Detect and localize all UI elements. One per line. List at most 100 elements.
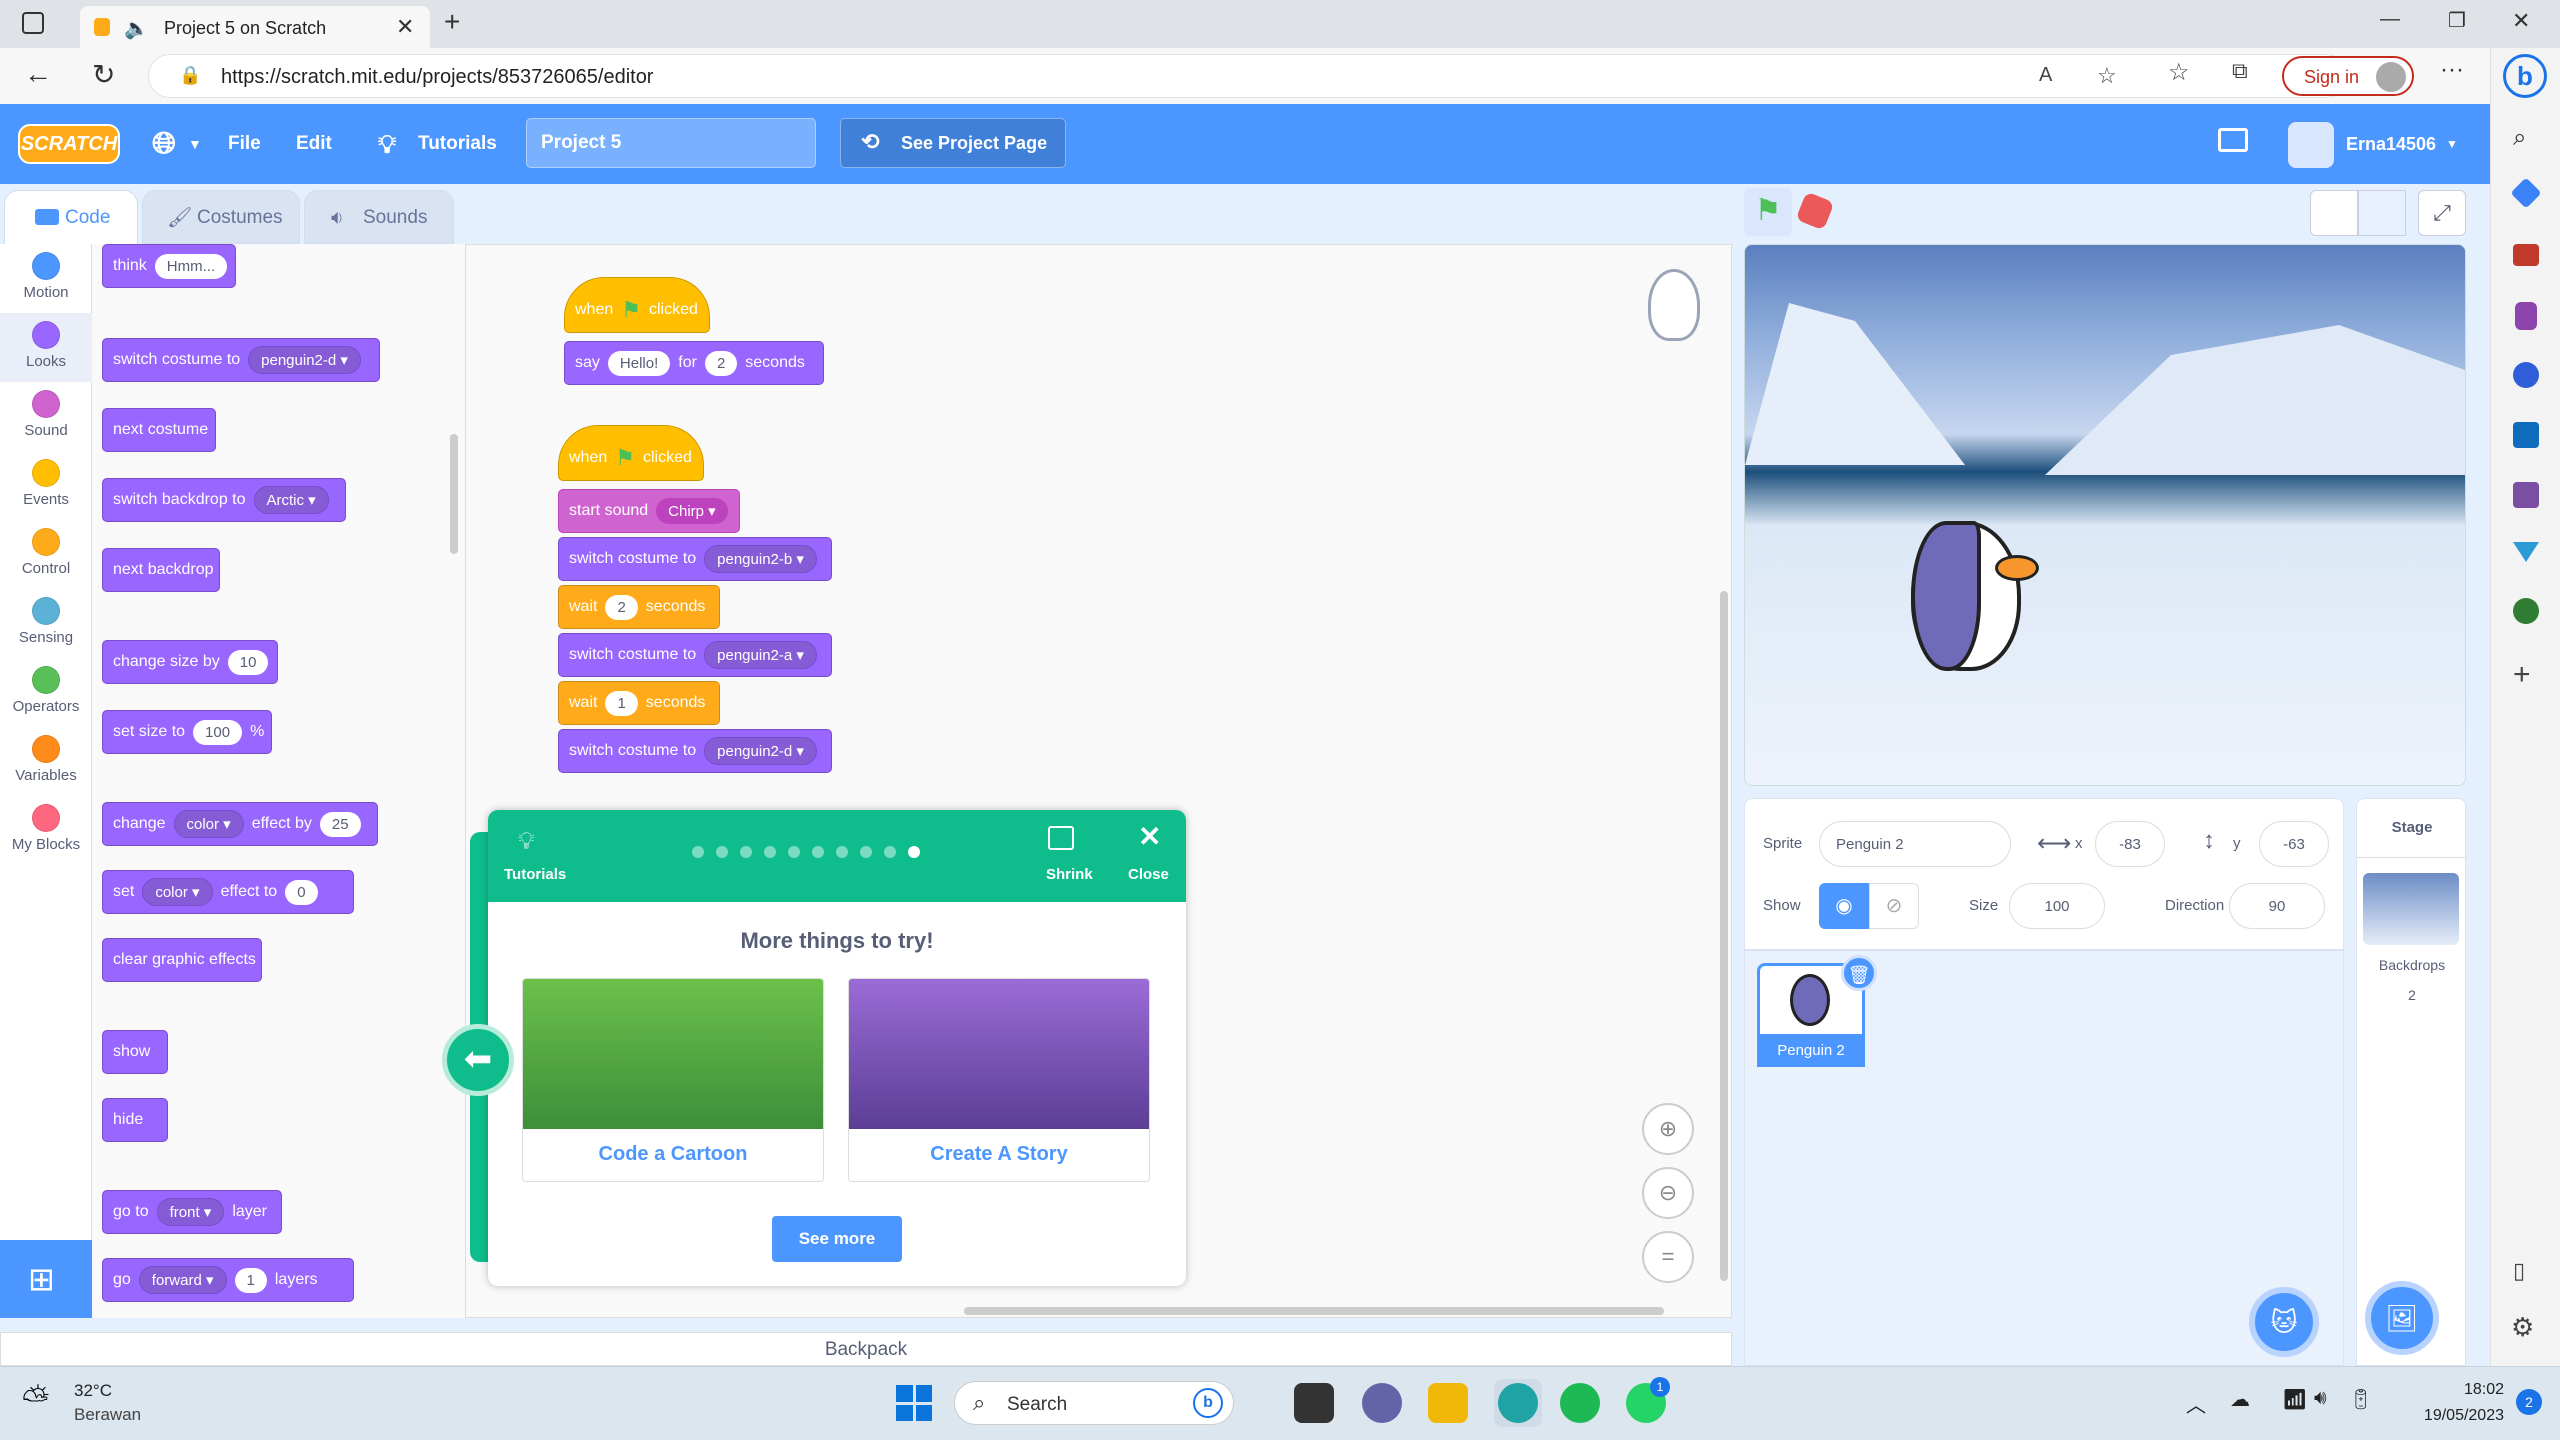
account-chevron-icon[interactable]: ▼ — [2446, 104, 2458, 184]
tutorial-card-create-a-story[interactable]: Create A Story — [848, 978, 1150, 1182]
tab-sounds[interactable]: 🔉︎ Sounds — [304, 190, 454, 244]
url-field[interactable]: 🔒 https://scratch.mit.edu/projects/85372… — [148, 54, 2348, 98]
layer-dropdown[interactable]: front ▾ — [156, 1198, 225, 1226]
block-wait[interactable]: wait 2 seconds — [558, 585, 720, 629]
tab-code[interactable]: Code — [4, 190, 138, 244]
block-switch-costume[interactable]: switch costume to penguin2-d ▾ — [102, 338, 380, 382]
volume-icon[interactable]: 🔊︎ — [2314, 1387, 2327, 1410]
clock-date[interactable]: 19/05/2023 — [2398, 1407, 2504, 1425]
tutorial-step-dot[interactable] — [860, 846, 872, 858]
edge-browser-icon[interactable] — [1498, 1383, 1538, 1423]
block-change-size[interactable]: change size by 10 — [102, 640, 278, 684]
costume-dropdown[interactable]: penguin2-d ▾ — [704, 737, 817, 765]
category-events[interactable]: Events — [0, 451, 92, 520]
hide-eye-slash-icon[interactable]: ⊘ — [1869, 883, 1919, 929]
workspace-vscroll[interactable] — [1720, 591, 1728, 1281]
zoom-out-icon[interactable]: ⊖ — [1642, 1167, 1694, 1219]
shrink-button[interactable]: Shrink — [1046, 866, 1093, 883]
notification-count[interactable]: 2 — [2516, 1389, 2542, 1415]
designer-icon[interactable] — [2513, 482, 2539, 508]
favorites-icon[interactable]: ☆ — [2168, 58, 2190, 87]
size-input[interactable]: 100 — [2009, 883, 2105, 929]
block-input[interactable]: 100 — [193, 719, 243, 745]
close-button[interactable]: Close — [1128, 866, 1169, 883]
block-input[interactable]: Hmm... — [154, 253, 228, 279]
tab-costumes[interactable]: 🖌︎ Costumes — [142, 190, 300, 244]
show-visible-eye-icon[interactable]: ◉ — [1819, 883, 1869, 929]
tutorial-step-dot[interactable] — [740, 846, 752, 858]
my-stuff-folder-icon[interactable] — [2218, 128, 2248, 152]
block-input[interactable]: 25 — [319, 811, 361, 837]
block-input[interactable]: 1 — [234, 1267, 267, 1293]
delete-sprite-trash-icon[interactable]: 🗑︎ — [1841, 955, 1877, 991]
choose-backdrop-icon[interactable]: 🖼︎ — [2365, 1281, 2439, 1355]
category-sensing[interactable]: Sensing — [0, 589, 92, 658]
tree-icon[interactable] — [2513, 598, 2539, 624]
block-input[interactable]: 2 — [605, 594, 638, 620]
file-menu[interactable]: File — [228, 104, 261, 184]
block-switch-backdrop[interactable]: switch backdrop to Arctic ▾ — [102, 478, 346, 522]
block-go-to-layer[interactable]: go to front ▾ layer — [102, 1190, 282, 1234]
category-operators[interactable]: Operators — [0, 658, 92, 727]
spotify-icon[interactable] — [1560, 1383, 1600, 1423]
block-clear-effects[interactable]: clear graphic effects — [102, 938, 262, 982]
file-explorer-icon[interactable] — [1428, 1383, 1468, 1423]
block-show[interactable]: show — [102, 1030, 168, 1074]
clock-time[interactable]: 18:02 — [2440, 1381, 2504, 1399]
browser-tab[interactable]: 🔈 Project 5 on Scratch ✕ — [80, 6, 430, 48]
category-looks[interactable]: Looks — [0, 313, 92, 382]
block-set-effect[interactable]: set color ▾ effect to 0 — [102, 870, 354, 914]
zoom-reset-icon[interactable]: = — [1642, 1231, 1694, 1283]
block-set-size[interactable]: set size to 100% — [102, 710, 272, 754]
block-wait[interactable]: wait 1 seconds — [558, 681, 720, 725]
close-tab-icon[interactable]: ✕ — [396, 14, 414, 40]
scratch-logo[interactable]: SCRATCH — [18, 124, 120, 164]
when-flag-clicked-hat[interactable]: when ⚑ clicked — [564, 277, 710, 333]
search-icon[interactable]: ⌕ — [2513, 124, 2526, 152]
see-more-button[interactable]: See more — [772, 1216, 902, 1262]
stop-button[interactable] — [1795, 191, 1835, 231]
tutorial-step-dot-current[interactable] — [908, 846, 920, 858]
speaker-icon[interactable]: 🔈 — [124, 16, 149, 41]
bing-chat-icon[interactable]: b — [2503, 54, 2547, 98]
minimize-icon[interactable]: — — [2380, 8, 2400, 31]
tag-icon[interactable] — [2510, 177, 2542, 209]
category-motion[interactable]: Motion — [0, 244, 92, 313]
block-input[interactable]: Hello! — [607, 350, 671, 376]
penguin-sprite[interactable] — [1911, 521, 2039, 671]
project-title-input[interactable]: Project 5 — [526, 118, 816, 168]
category-control[interactable]: Control — [0, 520, 92, 589]
block-switch-costume[interactable]: switch costume to penguin2-b ▾ — [558, 537, 832, 581]
refresh-icon[interactable]: ↻ — [92, 58, 115, 91]
category-sound[interactable]: Sound — [0, 382, 92, 451]
sprite-name-input[interactable]: Penguin 2 — [1819, 821, 2011, 867]
effect-dropdown[interactable]: color ▾ — [173, 810, 244, 838]
username[interactable]: Erna14506 — [2346, 104, 2436, 184]
send-icon[interactable] — [2513, 542, 2539, 562]
block-input[interactable]: 0 — [285, 879, 318, 905]
back-icon[interactable]: ← — [24, 58, 52, 90]
collections-icon[interactable]: ⧉ — [2232, 58, 2248, 84]
tutorial-back-arrow-icon[interactable]: ⬅ — [442, 1024, 514, 1096]
tutorial-step-dot[interactable] — [836, 846, 848, 858]
tab-actions-icon[interactable] — [22, 12, 44, 34]
tutorial-label[interactable]: Tutorials — [504, 866, 566, 883]
task-view-icon[interactable] — [1294, 1383, 1334, 1423]
effect-dropdown[interactable]: color ▾ — [142, 878, 213, 906]
user-avatar[interactable] — [2288, 122, 2334, 168]
block-switch-costume[interactable]: switch costume to penguin2-d ▾ — [558, 729, 832, 773]
block-change-effect[interactable]: change color ▾ effect by 25 — [102, 802, 378, 846]
wifi-icon[interactable]: 📶︎ — [2282, 1387, 2307, 1412]
tutorial-step-dot[interactable] — [716, 846, 728, 858]
close-icon[interactable]: ✕ — [1138, 820, 1161, 853]
normal-stage-icon[interactable] — [2358, 190, 2406, 236]
backpack-bar[interactable]: Backpack — [0, 1332, 1732, 1366]
block-start-sound[interactable]: start sound Chirp ▾ — [558, 489, 740, 533]
fullscreen-icon[interactable]: ⤢ — [2418, 190, 2466, 236]
games-icon[interactable] — [2515, 302, 2537, 330]
sidebar-toggle-icon[interactable]: ▯ — [2513, 1258, 2525, 1284]
language-globe-icon[interactable]: 🌐︎ — [152, 104, 176, 184]
block-input[interactable]: 1 — [605, 690, 638, 716]
onedrive-icon[interactable]: ☁ — [2230, 1387, 2250, 1412]
toolbox-icon[interactable] — [2513, 244, 2539, 266]
